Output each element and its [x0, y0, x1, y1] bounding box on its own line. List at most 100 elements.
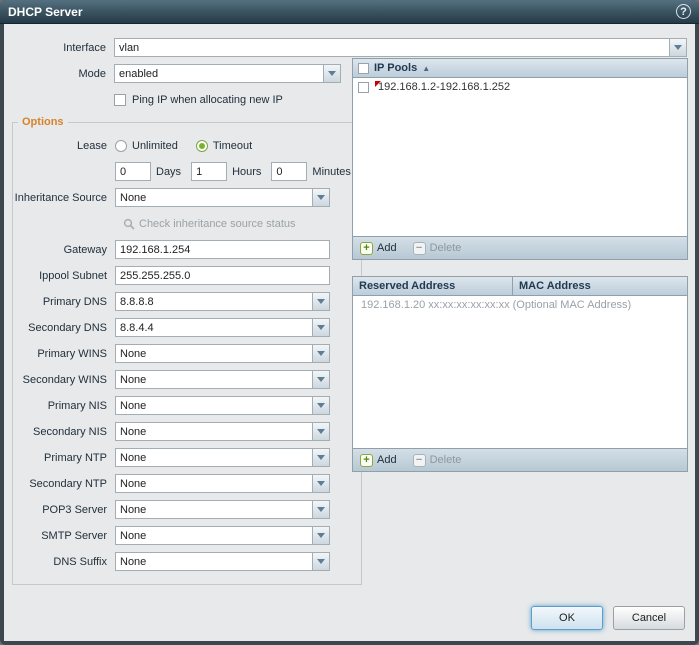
gateway-field — [115, 240, 330, 259]
primary-ntp-input[interactable] — [116, 449, 312, 466]
interface-dropdown — [114, 38, 687, 57]
primary-dns-input[interactable] — [116, 293, 312, 310]
chevron-down-icon[interactable] — [312, 293, 329, 310]
options-fields: Gateway Ippool Subnet Primary DNS Secondary… — [13, 240, 361, 571]
gateway-row: Gateway — [13, 240, 361, 259]
reserved-add-button[interactable]: + Add — [360, 454, 397, 467]
secondary-ntp-dropdown — [115, 474, 330, 493]
pop3-server-input[interactable] — [116, 501, 312, 518]
chevron-down-icon[interactable] — [669, 39, 686, 56]
ip-pools-add-button[interactable]: + Add — [360, 242, 397, 255]
reserved-address-table: Reserved Address MAC Address 192.168.1.2… — [352, 276, 688, 472]
gateway-input[interactable] — [116, 241, 329, 258]
reserved-address-placeholder-row[interactable]: 192.168.1.20 xx:xx:xx:xx:xx:xx (Optional… — [353, 296, 687, 314]
reserved-address-header[interactable]: Reserved Address MAC Address — [353, 277, 687, 296]
reserved-delete-button[interactable]: − Delete — [413, 454, 462, 467]
minutes-input[interactable] — [272, 163, 306, 180]
inheritance-source-input[interactable] — [116, 189, 312, 206]
ip-pool-row[interactable]: 192.168.1.2-192.168.1.252 — [353, 78, 687, 96]
smtp-server-label: SMTP Server — [13, 530, 115, 542]
ippool-subnet-field — [115, 266, 330, 285]
minutes-field — [271, 162, 307, 181]
chevron-down-icon[interactable] — [312, 449, 329, 466]
ip-pools-body: 192.168.1.2-192.168.1.252 — [353, 78, 687, 236]
ip-pools-select-all-checkbox[interactable] — [358, 63, 369, 74]
secondary-dns-label: Secondary DNS — [13, 322, 115, 334]
primary-ntp-row: Primary NTP — [13, 448, 361, 467]
lease-duration-row: Days Hours Minutes — [13, 162, 361, 181]
lease-row: Lease Unlimited Timeout — [13, 136, 361, 155]
smtp-server-dropdown — [115, 526, 330, 545]
pop3-server-row: POP3 Server — [13, 500, 361, 519]
reserved-address-toolbar: + Add − Delete — [353, 448, 687, 471]
secondary-ntp-label: Secondary NTP — [13, 478, 115, 490]
reserved-address-column[interactable]: Reserved Address — [353, 277, 513, 295]
cancel-button[interactable]: Cancel — [613, 606, 685, 630]
ok-button[interactable]: OK — [531, 606, 603, 630]
chevron-down-icon[interactable] — [312, 423, 329, 440]
chevron-down-icon[interactable] — [312, 319, 329, 336]
primary-dns-dropdown — [115, 292, 330, 311]
lease-unlimited-radio[interactable] — [115, 140, 127, 152]
secondary-ntp-input[interactable] — [116, 475, 312, 492]
mode-input[interactable] — [115, 65, 323, 82]
inheritance-source-dropdown — [115, 188, 330, 207]
dhcp-server-dialog: DHCP Server ? Interface Mode Ping IP whe… — [0, 0, 699, 645]
secondary-ntp-row: Secondary NTP — [13, 474, 361, 493]
dns-suffix-input[interactable] — [116, 553, 312, 570]
hours-input[interactable] — [192, 163, 226, 180]
chevron-down-icon[interactable] — [312, 345, 329, 362]
ping-checkbox[interactable] — [114, 94, 126, 106]
add-icon: + — [360, 454, 373, 467]
hours-field — [191, 162, 227, 181]
chevron-down-icon[interactable] — [323, 65, 340, 82]
primary-wins-input[interactable] — [116, 345, 312, 362]
primary-nis-row: Primary NIS — [13, 396, 361, 415]
sort-ascending-icon: ▲ — [422, 64, 430, 73]
ip-pools-toolbar: + Add − Delete — [353, 236, 687, 259]
ip-pool-value: 192.168.1.2-192.168.1.252 — [376, 81, 510, 93]
smtp-server-row: SMTP Server — [13, 526, 361, 545]
chevron-down-icon[interactable] — [312, 501, 329, 518]
pop3-server-dropdown — [115, 500, 330, 519]
dialog-body: Interface Mode Ping IP when allocating n… — [4, 24, 695, 641]
ippool-subnet-input[interactable] — [116, 267, 329, 284]
primary-nis-label: Primary NIS — [13, 400, 115, 412]
ippool-subnet-row: Ippool Subnet — [13, 266, 361, 285]
days-field — [115, 162, 151, 181]
mac-address-column[interactable]: MAC Address — [513, 277, 597, 295]
chevron-down-icon[interactable] — [312, 475, 329, 492]
chevron-down-icon[interactable] — [312, 527, 329, 544]
smtp-server-input[interactable] — [116, 527, 312, 544]
primary-nis-input[interactable] — [116, 397, 312, 414]
chevron-down-icon[interactable] — [312, 371, 329, 388]
chevron-down-icon[interactable] — [312, 553, 329, 570]
secondary-dns-input[interactable] — [116, 319, 312, 336]
days-input[interactable] — [116, 163, 150, 180]
ping-checkbox-label: Ping IP when allocating new IP — [132, 94, 283, 106]
chevron-down-icon[interactable] — [312, 189, 329, 206]
gateway-label: Gateway — [13, 244, 115, 256]
help-icon[interactable]: ? — [676, 4, 691, 19]
secondary-nis-label: Secondary NIS — [13, 426, 115, 438]
check-inheritance-link[interactable]: Check inheritance source status — [123, 218, 296, 230]
ip-pools-header[interactable]: IP Pools ▲ — [353, 59, 687, 78]
ip-pool-row-checkbox[interactable] — [358, 82, 369, 93]
primary-wins-row: Primary WINS — [13, 344, 361, 363]
primary-dns-label: Primary DNS — [13, 296, 115, 308]
dns-suffix-label: DNS Suffix — [13, 556, 115, 568]
secondary-wins-input[interactable] — [116, 371, 312, 388]
chevron-down-icon[interactable] — [312, 397, 329, 414]
secondary-nis-input[interactable] — [116, 423, 312, 440]
dialog-title: DHCP Server — [8, 5, 82, 19]
ip-pools-delete-button[interactable]: − Delete — [413, 242, 462, 255]
options-legend: Options — [18, 116, 68, 128]
delete-icon: − — [413, 242, 426, 255]
ippool-subnet-label: Ippool Subnet — [13, 270, 115, 282]
interface-input[interactable] — [115, 39, 669, 56]
reserved-address-placeholder: 192.168.1.20 xx:xx:xx:xx:xx:xx (Optional… — [361, 299, 631, 311]
add-icon: + — [360, 242, 373, 255]
lease-timeout-radio[interactable] — [196, 140, 208, 152]
options-fieldset: Options Lease Unlimited Timeout Days H — [12, 116, 362, 585]
days-label: Days — [156, 166, 181, 178]
